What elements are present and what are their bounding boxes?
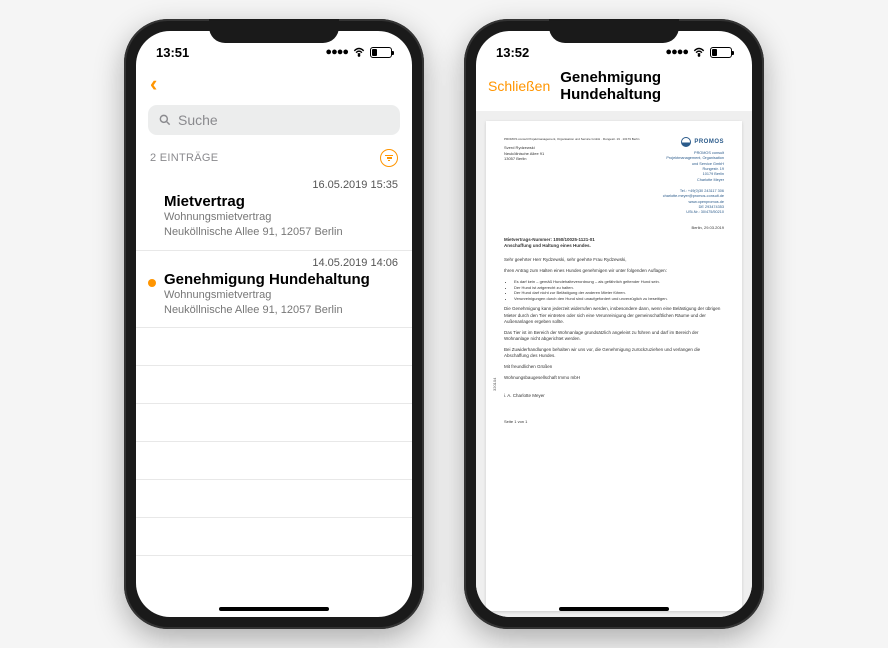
company-logo: PROMOS (663, 137, 724, 147)
entries-list: 16.05.2019 15:35 Mietvertrag Wohnungsmie… (136, 173, 412, 556)
entry-title: Mietvertrag (164, 193, 398, 210)
document-page: 320104 PROMOS consult Projektmanagement,… (486, 121, 742, 611)
doc-bullet: Verunreinigungen durch den Hund sind una… (514, 296, 724, 302)
entry-title: Genehmigung Hundehaltung (164, 271, 398, 288)
doc-logo-block: PROMOS PROMOS consult Projektmanagement,… (663, 137, 724, 215)
list-item-empty (136, 442, 412, 480)
entry-datetime: 14.05.2019 14:06 (164, 257, 398, 271)
entry-datetime: 16.05.2019 15:35 (164, 179, 398, 193)
wifi-icon (352, 45, 366, 59)
doc-subject-line2: Anschaffung und Haltung eines Hundes. (504, 243, 724, 249)
battery-icon (710, 47, 732, 58)
search-placeholder: Suche (178, 112, 218, 128)
home-indicator[interactable] (219, 607, 329, 611)
page-title: Genehmigung Hundehaltung (560, 69, 740, 103)
doc-date: Berlin, 29.03.2019 (504, 225, 724, 230)
doc-signer-name: i. A. Charlotte Meyer (504, 393, 724, 399)
doc-recipient: Sverd Rydzewski Neuköllnische Allee 91 1… (504, 145, 639, 162)
cellular-signal-icon: ●●●● (325, 46, 348, 58)
status-time: 13:51 (156, 45, 189, 60)
doc-signer-org: Wohnungsbaugesellschaft Immo mbH (504, 375, 724, 381)
doc-salutation: Sehr geehrter Herr Rydzewski, sehr geehr… (504, 257, 724, 263)
doc-intro: Ihren Antrag zum Halten eines Hundes gen… (504, 268, 724, 274)
entry-address: Neuköllnische Allee 91, 12057 Berlin (164, 225, 398, 240)
close-button[interactable]: Schließen (488, 78, 550, 94)
entry-type: Wohnungsmietvertrag (164, 210, 398, 225)
doc-bullets: Es darf kein – gemäß Hundehalteverordnun… (504, 279, 724, 301)
doc-address-block: PROMOS consult Projektmanagement, Organi… (504, 137, 639, 215)
phone-mockup-document: 13:52 ●●●● Schließen Genehmigung Hundeha… (464, 19, 764, 629)
search-container: Suche (136, 105, 412, 143)
document-viewer[interactable]: 320104 PROMOS consult Projektmanagement,… (476, 111, 752, 617)
screen: 13:52 ●●●● Schließen Genehmigung Hundeha… (476, 31, 752, 617)
logo-text: PROMOS (694, 138, 724, 146)
notch (209, 19, 339, 43)
battery-icon (370, 47, 392, 58)
doc-para: Das Tier ist im Bereich der Wohnanlage g… (504, 330, 724, 342)
doc-para: Die Genehmigung kann jederzeit widerrufe… (504, 306, 724, 324)
list-item[interactable]: 16.05.2019 15:35 Mietvertrag Wohnungsmie… (136, 173, 412, 251)
screen: 13:51 ●●●● ‹ Suche 2 EINTRÄGE 16.05.201 (136, 31, 412, 617)
logo-icon (681, 137, 691, 147)
filter-button[interactable] (380, 149, 398, 167)
search-icon (158, 113, 172, 127)
doc-margin-number: 320104 (492, 377, 497, 390)
status-icons: ●●●● (325, 45, 392, 59)
doc-contact: Tel.: +49(0)30 243117 306 charlotte.meye… (663, 189, 724, 216)
doc-closing: Mit freundlichen Grüßen (504, 364, 724, 370)
back-button[interactable]: ‹ (150, 71, 157, 97)
search-input[interactable]: Suche (148, 105, 400, 135)
doc-sender-line: PROMOS consult Projektmanagement, Organi… (504, 137, 639, 141)
list-item-empty (136, 480, 412, 518)
filter-icon (385, 155, 393, 162)
entry-type: Wohnungsmietvertrag (164, 288, 398, 303)
entry-address: Neuköllnische Allee 91, 12057 Berlin (164, 303, 398, 318)
doc-body: Sehr geehrter Herr Rydzewski, sehr geehr… (504, 257, 724, 399)
status-icons: ●●●● (665, 45, 732, 59)
doc-para: Bei Zuwiderhandlungen behalten wir uns v… (504, 347, 724, 359)
unread-dot-icon (148, 279, 156, 287)
doc-subject: Mietvertrags-Nummer: 1050/10025-1121-01 … (504, 237, 724, 249)
list-header: 2 EINTRÄGE (136, 143, 412, 173)
wifi-icon (692, 45, 706, 59)
home-indicator[interactable] (559, 607, 669, 611)
list-item-empty (136, 328, 412, 366)
notch (549, 19, 679, 43)
list-item-empty (136, 366, 412, 404)
doc-company-info: PROMOS consult Projektmanagement, Organi… (663, 151, 724, 183)
list-item[interactable]: 14.05.2019 14:06 Genehmigung Hundehaltun… (136, 251, 412, 329)
entry-count-label: 2 EINTRÄGE (150, 152, 218, 164)
title-bar: Schließen Genehmigung Hundehaltung (476, 65, 752, 111)
cellular-signal-icon: ●●●● (665, 46, 688, 58)
doc-page-label: Seite 1 von 1 (504, 419, 724, 424)
phone-mockup-list: 13:51 ●●●● ‹ Suche 2 EINTRÄGE 16.05.201 (124, 19, 424, 629)
nav-bar: ‹ (136, 65, 412, 105)
list-item-empty (136, 518, 412, 556)
list-item-empty (136, 404, 412, 442)
status-time: 13:52 (496, 45, 529, 60)
